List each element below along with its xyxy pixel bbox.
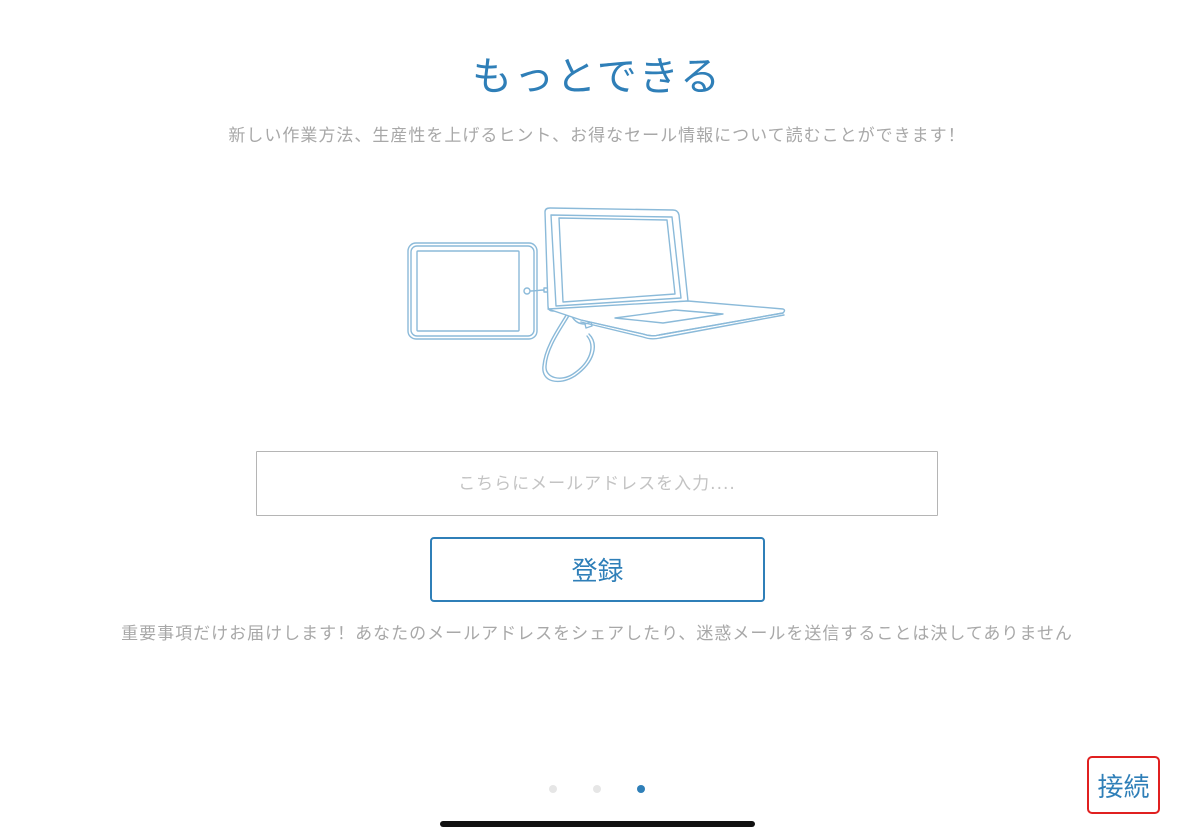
privacy-note: 重要事項だけお届けします！あなたのメールアドレスをシェアしたり、迷惑メールを送信… xyxy=(121,624,1073,644)
home-indicator xyxy=(440,821,755,827)
page-dot-1[interactable] xyxy=(549,785,557,793)
connect-button[interactable]: 接続 xyxy=(1087,756,1160,814)
laptop-lid xyxy=(544,207,689,312)
register-button[interactable]: 登録 xyxy=(430,537,765,602)
tablet-body xyxy=(407,242,538,340)
ipad-connected-to-macbook-illustration xyxy=(407,207,786,383)
page-subtitle: 新しい作業方法、生産性を上げるヒント、お得なセール情報について読むことができます… xyxy=(228,126,966,146)
email-input[interactable] xyxy=(256,451,938,516)
page-title: もっとできる xyxy=(472,54,722,100)
page-dot-3-active[interactable] xyxy=(637,785,645,793)
page-dot-2[interactable] xyxy=(593,785,601,793)
